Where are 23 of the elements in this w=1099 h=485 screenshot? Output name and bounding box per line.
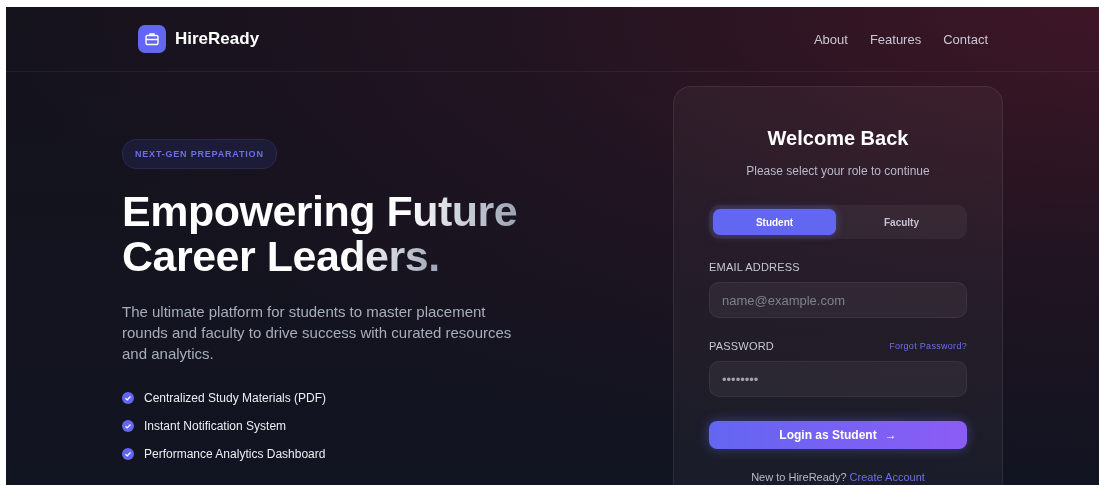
- briefcase-icon: [138, 25, 166, 53]
- feature-text: Centralized Study Materials (PDF): [144, 391, 327, 405]
- check-icon: [122, 392, 134, 404]
- create-account-link[interactable]: Create Account: [849, 471, 925, 483]
- nav-link[interactable]: Features: [869, 31, 922, 47]
- check-icon: [122, 420, 134, 432]
- signup-prompt: New to HireReady? Create Account: [750, 471, 926, 483]
- forgot-password-link[interactable]: Forgot Password?: [889, 341, 967, 351]
- role-tab[interactable]: Faculty: [840, 209, 963, 235]
- hero-description: The ultimate platform for students to master placement rounds and faculty to drive success with curated resources and analytics.: [122, 302, 513, 364]
- tagline-badge: NEXT-GEN PREPARATION: [122, 139, 277, 169]
- check-icon: [122, 448, 134, 460]
- nav-link[interactable]: Contact: [943, 31, 988, 47]
- field-label: EMAIL ADDRESS: [709, 261, 800, 273]
- login-button[interactable]: Login as Student →: [709, 421, 967, 449]
- role-tab[interactable]: Student: [713, 209, 836, 235]
- brand-name: HireReady: [175, 29, 260, 49]
- card-title: Welcome Back: [766, 127, 910, 150]
- feature-text: Performance Analytics Dashboard: [144, 447, 326, 461]
- card-subtitle: Please select your role to continue: [745, 164, 931, 178]
- feature-text: Instant Notification System: [144, 419, 287, 433]
- field-label: PASSWORD: [709, 340, 774, 352]
- nav-link[interactable]: About: [813, 31, 848, 47]
